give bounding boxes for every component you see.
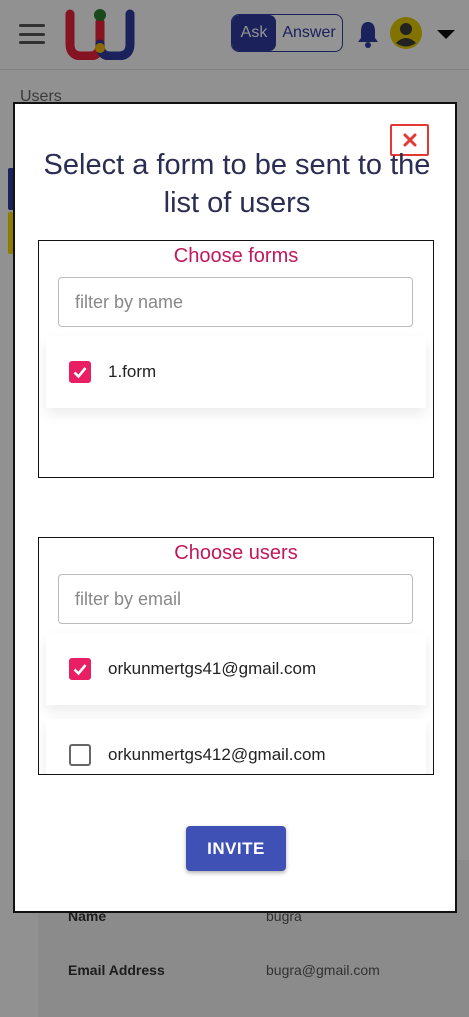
send-form-dialog: Select a form to be sent to the list of … <box>13 102 457 913</box>
list-item[interactable]: orkunmertgs41@gmail.com <box>46 633 426 705</box>
dialog-title: Select a form to be sent to the list of … <box>43 149 431 219</box>
filter-users-input[interactable] <box>58 574 413 624</box>
choose-forms-panel: Choose forms 1.form <box>38 240 434 478</box>
choose-users-panel: Choose users orkunmertgs41@gmail.com ork… <box>38 537 434 775</box>
invite-button[interactable]: INVITE <box>186 826 286 871</box>
choose-users-heading: Choose users <box>174 542 298 564</box>
user-item-label: orkunmertgs41@gmail.com <box>108 659 317 678</box>
check-icon <box>73 664 87 676</box>
checkbox-checked[interactable] <box>69 361 91 383</box>
user-item-label: orkunmertgs412@gmail.com <box>108 745 326 764</box>
filter-forms-input[interactable] <box>58 277 413 327</box>
check-icon <box>73 367 87 379</box>
list-item[interactable]: orkunmertgs412@gmail.com <box>46 719 426 774</box>
checkbox-unchecked[interactable] <box>69 744 91 766</box>
list-item[interactable]: 1.form <box>46 336 426 408</box>
checkbox-checked[interactable] <box>69 658 91 680</box>
choose-forms-heading: Choose forms <box>173 245 299 267</box>
form-item-label: 1.form <box>108 362 157 381</box>
